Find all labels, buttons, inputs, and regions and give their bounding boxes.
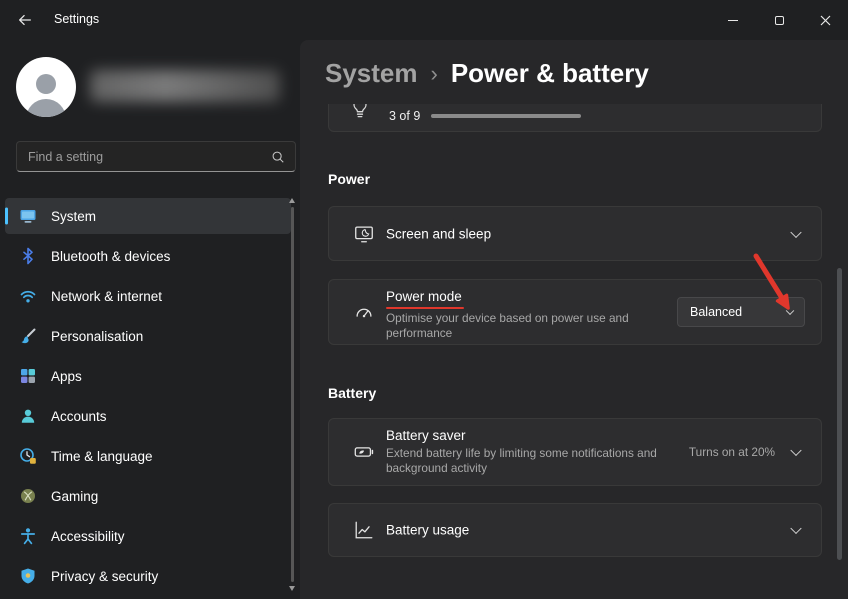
user-name-redacted — [90, 70, 280, 102]
sidebar-item-time-language[interactable]: Time & language — [5, 438, 291, 474]
breadcrumb: System › Power & battery — [325, 58, 649, 89]
sidebar-item-accounts[interactable]: Accounts — [5, 398, 291, 434]
sidebar-nav: System Bluetooth & devices Network & int… — [5, 198, 291, 598]
minimize-icon — [728, 20, 738, 21]
maximize-button[interactable] — [756, 0, 802, 40]
sidebar-item-bluetooth-devices[interactable]: Bluetooth & devices — [5, 238, 291, 274]
battery-section-title: Battery — [328, 385, 376, 401]
minimize-button[interactable] — [710, 0, 756, 40]
sidebar-item-network-internet[interactable]: Network & internet — [5, 278, 291, 314]
sidebar-item-apps[interactable]: Apps — [5, 358, 291, 394]
sidebar-item-label: Accessibility — [51, 529, 125, 544]
back-button[interactable] — [8, 6, 42, 34]
battery-saver-status: Turns on at 20% — [689, 445, 775, 459]
card-description: Optimise your device based on power use … — [386, 311, 676, 341]
main-scrollbar-thumb[interactable] — [837, 268, 842, 560]
sidebar-item-system[interactable]: System — [5, 198, 291, 234]
sidebar-item-privacy-security[interactable]: Privacy & security — [5, 558, 291, 594]
scroll-up-icon[interactable] — [289, 198, 295, 203]
card-title: Power mode — [386, 289, 462, 304]
card-title: Battery saver — [386, 428, 466, 443]
accounts-person-icon — [19, 407, 37, 425]
sidebar-item-label: Privacy & security — [51, 569, 158, 584]
sidebar-item-personalisation[interactable]: Personalisation — [5, 318, 291, 354]
xbox-icon — [19, 487, 37, 505]
battery-usage-chart-icon — [353, 519, 375, 541]
card-title: Screen and sleep — [386, 226, 491, 241]
power-mode-dropdown[interactable]: Balanced — [677, 297, 805, 327]
energy-recommendations-card[interactable]: 3 of 9 — [328, 104, 822, 132]
battery-usage-card[interactable]: Battery usage — [328, 503, 822, 557]
search-box — [16, 141, 296, 172]
sidebar-item-label: Bluetooth & devices — [51, 249, 170, 264]
clock-icon — [19, 447, 37, 465]
person-icon — [20, 67, 72, 117]
apps-grid-icon — [19, 367, 37, 385]
sidebar-item-label: Apps — [51, 369, 82, 384]
chevron-down-icon — [790, 523, 801, 534]
avatar[interactable] — [16, 57, 76, 117]
page-title: Power & battery — [451, 58, 649, 89]
recommendation-progress-bar — [431, 114, 581, 118]
sidebar-item-label: Network & internet — [51, 289, 162, 304]
screen-sleep-icon — [353, 223, 375, 245]
sidebar-item-accessibility[interactable]: Accessibility — [5, 518, 291, 554]
dropdown-selected-value: Balanced — [690, 305, 742, 319]
power-mode-card[interactable]: Power mode Optimise your device based on… — [328, 279, 822, 345]
close-button[interactable] — [802, 0, 848, 40]
selected-indicator — [5, 208, 8, 225]
battery-saver-card[interactable]: Battery saver Extend battery life by lim… — [328, 418, 822, 486]
bluetooth-icon — [19, 247, 37, 265]
app-title: Settings — [54, 12, 99, 26]
back-arrow-icon — [17, 12, 33, 28]
card-title: Battery usage — [386, 523, 469, 538]
close-icon — [820, 15, 831, 26]
system-icon — [19, 207, 37, 225]
chevron-down-icon — [786, 307, 794, 315]
chevron-down-icon — [790, 445, 801, 456]
breadcrumb-separator-icon: › — [418, 61, 451, 87]
search-input[interactable] — [17, 142, 271, 171]
maximize-icon — [775, 16, 784, 25]
main-content: System › Power & battery 3 of 9 Power Sc… — [300, 40, 848, 599]
wifi-icon — [19, 287, 37, 305]
scroll-down-icon[interactable] — [289, 586, 295, 591]
power-mode-gauge-icon — [353, 301, 375, 323]
titlebar: Settings — [0, 0, 848, 40]
sidebar: System Bluetooth & devices Network & int… — [0, 40, 300, 599]
sidebar-scrollbar[interactable] — [288, 198, 296, 591]
brush-icon — [19, 327, 37, 345]
battery-saver-icon — [353, 441, 375, 463]
sidebar-item-label: Gaming — [51, 489, 98, 504]
sidebar-item-label: Time & language — [51, 449, 153, 464]
annotation-underline — [386, 307, 464, 309]
search-icon[interactable] — [271, 150, 285, 164]
sidebar-scroll-thumb[interactable] — [291, 207, 294, 582]
shield-icon — [19, 567, 37, 585]
sidebar-item-gaming[interactable]: Gaming — [5, 478, 291, 514]
screen-and-sleep-card[interactable]: Screen and sleep — [328, 206, 822, 261]
accessibility-person-icon — [19, 527, 37, 545]
power-section-title: Power — [328, 171, 370, 187]
sidebar-item-label: Accounts — [51, 409, 107, 424]
sidebar-item-label: System — [51, 209, 96, 224]
recommendation-icon — [350, 104, 370, 124]
card-description: Extend battery life by limiting some not… — [386, 446, 698, 476]
sidebar-item-label: Personalisation — [51, 329, 143, 344]
chevron-down-icon — [790, 226, 801, 237]
window-controls — [710, 0, 848, 40]
recommendation-progress-label: 3 of 9 — [389, 109, 420, 123]
breadcrumb-parent[interactable]: System — [325, 58, 418, 89]
